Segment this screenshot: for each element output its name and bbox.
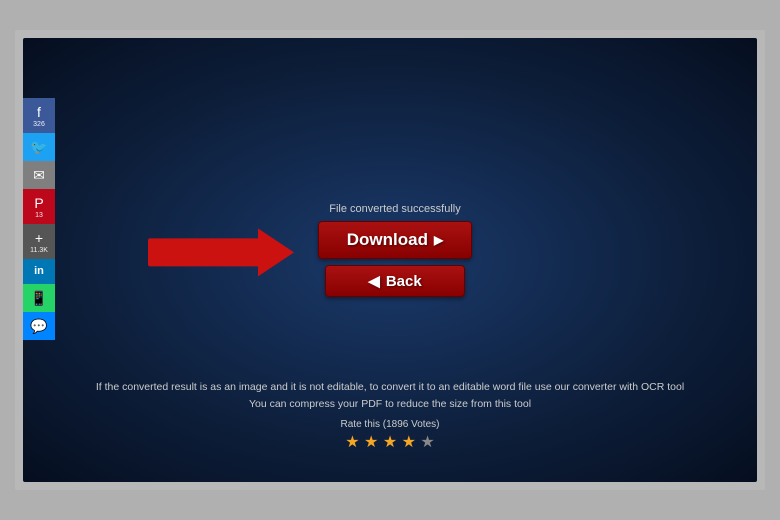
sidebar-item-linkedin[interactable]: in <box>23 259 55 284</box>
arrow-head <box>258 228 294 276</box>
facebook-icon: f <box>37 105 41 119</box>
star-4[interactable]: ★ <box>402 434 416 451</box>
center-area: File converted successfully Download ▶ ◀… <box>318 203 472 297</box>
messenger-icon: 💬 <box>30 319 47 333</box>
sidebar-item-messenger[interactable]: 💬 <box>23 312 55 340</box>
download-icon: ▶ <box>434 233 443 247</box>
back-label: Back <box>386 273 422 290</box>
info-line1: If the converted result is as an image a… <box>90 379 690 396</box>
back-icon: ◀ <box>368 272 380 290</box>
sidebar-item-facebook[interactable]: f 326 <box>23 98 55 133</box>
back-button[interactable]: ◀ Back <box>325 265 465 297</box>
main-container: f 326 🐦 ✉ P 13 + 11.3K in 📱 <box>23 38 757 482</box>
red-arrow <box>148 228 294 276</box>
sidebar-item-whatsapp[interactable]: 📱 <box>23 284 55 312</box>
success-message: File converted successfully <box>329 203 460 215</box>
pinterest-count: 13 <box>35 212 43 219</box>
whatsapp-icon: 📱 <box>30 291 47 305</box>
add-icon: + <box>35 231 43 245</box>
linkedin-icon: in <box>34 266 44 277</box>
star-1[interactable]: ★ <box>345 434 359 451</box>
bottom-info: If the converted result is as an image a… <box>90 379 690 452</box>
add-count: 11.3K <box>30 247 48 254</box>
star-2[interactable]: ★ <box>364 434 378 451</box>
star-rating[interactable]: ★ ★ ★ ★ ★ <box>90 432 690 452</box>
download-label: Download <box>347 230 428 250</box>
sidebar-item-twitter[interactable]: 🐦 <box>23 133 55 161</box>
pinterest-icon: P <box>34 196 43 210</box>
sidebar-item-add[interactable]: + 11.3K <box>23 224 55 259</box>
download-button[interactable]: Download ▶ <box>318 221 472 259</box>
facebook-count: 326 <box>33 121 45 128</box>
rate-text: Rate this (1896 Votes) <box>90 419 690 430</box>
arrow-container <box>148 228 294 276</box>
email-icon: ✉ <box>33 168 45 182</box>
star-3[interactable]: ★ <box>383 434 397 451</box>
sidebar-item-pinterest[interactable]: P 13 <box>23 189 55 224</box>
sidebar-item-email[interactable]: ✉ <box>23 161 55 189</box>
outer-frame: f 326 🐦 ✉ P 13 + 11.3K in 📱 <box>15 30 765 490</box>
twitter-icon: 🐦 <box>30 140 47 154</box>
sidebar: f 326 🐦 ✉ P 13 + 11.3K in 📱 <box>23 98 55 340</box>
star-5[interactable]: ★ <box>420 434 434 451</box>
arrow-shaft <box>148 238 258 266</box>
info-line2: You can compress your PDF to reduce the … <box>90 396 690 413</box>
content-area: File converted successfully Download ▶ ◀… <box>23 38 757 482</box>
